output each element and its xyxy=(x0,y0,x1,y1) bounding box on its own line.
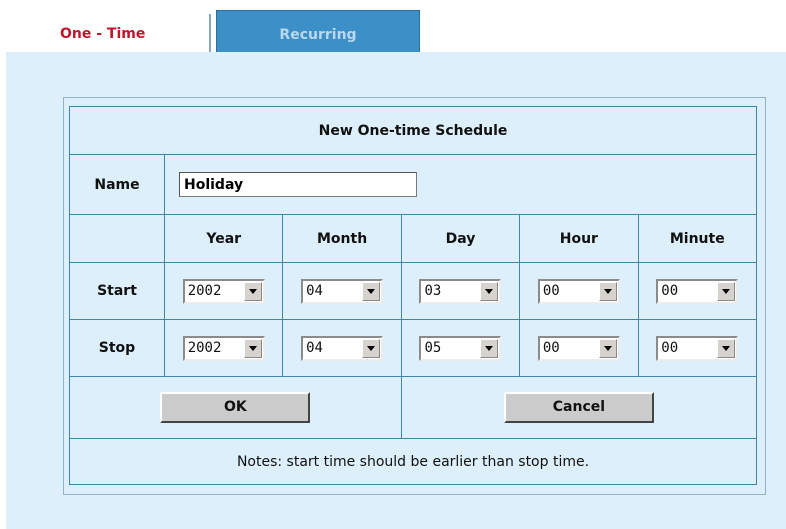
schedule-frame: New One-time Schedule Name Year Month Da… xyxy=(63,97,766,495)
schedule-table: New One-time Schedule Name Year Month Da… xyxy=(69,106,758,485)
stop-month-cell: 04 xyxy=(282,319,402,377)
stop-day-cell: 05 xyxy=(400,319,521,377)
start-minute-value: 00 xyxy=(661,283,679,299)
stop-month-select[interactable]: 04 xyxy=(301,335,384,361)
dropdown-arrow-icon[interactable] xyxy=(717,281,736,301)
stop-day-value: 05 xyxy=(424,340,442,356)
start-day-cell: 03 xyxy=(400,262,521,320)
name-input[interactable] xyxy=(179,172,417,197)
stop-day-select[interactable]: 05 xyxy=(419,335,502,361)
dropdown-arrow-icon[interactable] xyxy=(717,338,736,358)
start-hour-value: 00 xyxy=(542,283,560,299)
start-day-select[interactable]: 03 xyxy=(419,278,502,304)
name-label: Name xyxy=(69,154,165,215)
dropdown-arrow-icon[interactable] xyxy=(362,281,381,301)
start-day-value: 03 xyxy=(424,283,442,299)
stop-year-select[interactable]: 2002 xyxy=(182,335,265,361)
corner-cell xyxy=(69,214,165,263)
dropdown-arrow-icon[interactable] xyxy=(598,281,617,301)
ok-cell: OK xyxy=(69,376,402,439)
start-hour-select[interactable]: 00 xyxy=(537,278,620,304)
start-label: Start xyxy=(69,262,165,320)
stop-year-value: 2002 xyxy=(187,340,222,356)
start-year-cell: 2002 xyxy=(163,262,284,320)
schedule-panel: New One-time Schedule Name Year Month Da… xyxy=(6,52,786,529)
stop-minute-select[interactable]: 00 xyxy=(656,335,739,361)
dropdown-arrow-icon[interactable] xyxy=(362,338,381,358)
tab-recurring[interactable]: Recurring xyxy=(216,10,420,54)
tab-one-time[interactable]: One - Time xyxy=(28,14,211,54)
start-minute-cell: 00 xyxy=(637,262,758,320)
name-cell xyxy=(164,154,757,215)
start-year-value: 2002 xyxy=(187,283,222,299)
dropdown-arrow-icon[interactable] xyxy=(243,281,262,301)
start-year-select[interactable]: 2002 xyxy=(182,278,265,304)
stop-hour-select[interactable]: 00 xyxy=(537,335,620,361)
start-hour-cell: 00 xyxy=(519,262,639,320)
stop-minute-value: 00 xyxy=(661,340,679,356)
cancel-button[interactable]: Cancel xyxy=(503,392,654,423)
column-header-day: Day xyxy=(400,214,521,263)
start-month-cell: 04 xyxy=(282,262,402,320)
dropdown-arrow-icon[interactable] xyxy=(480,281,499,301)
column-header-minute: Minute xyxy=(637,214,758,263)
ok-button[interactable]: OK xyxy=(160,392,311,423)
column-header-hour: Hour xyxy=(519,214,639,263)
start-month-value: 04 xyxy=(306,283,323,299)
stop-month-value: 04 xyxy=(306,340,323,356)
column-header-month: Month xyxy=(282,214,402,263)
stop-minute-cell: 00 xyxy=(637,319,758,377)
start-minute-select[interactable]: 00 xyxy=(656,278,739,304)
schedule-title: New One-time Schedule xyxy=(69,106,757,155)
column-header-year: Year xyxy=(163,214,284,263)
dropdown-arrow-icon[interactable] xyxy=(598,338,617,358)
dropdown-arrow-icon[interactable] xyxy=(480,338,499,358)
stop-label: Stop xyxy=(69,319,165,377)
cancel-cell: Cancel xyxy=(400,376,758,439)
dropdown-arrow-icon[interactable] xyxy=(243,338,262,358)
stop-hour-cell: 00 xyxy=(519,319,639,377)
stop-hour-value: 00 xyxy=(542,340,560,356)
stop-year-cell: 2002 xyxy=(163,319,284,377)
tab-recurring-label: Recurring xyxy=(279,27,357,43)
notes-text: Notes: start time should be earlier than… xyxy=(69,438,757,485)
tab-one-time-label: One - Time xyxy=(60,26,146,42)
start-month-select[interactable]: 04 xyxy=(301,278,384,304)
